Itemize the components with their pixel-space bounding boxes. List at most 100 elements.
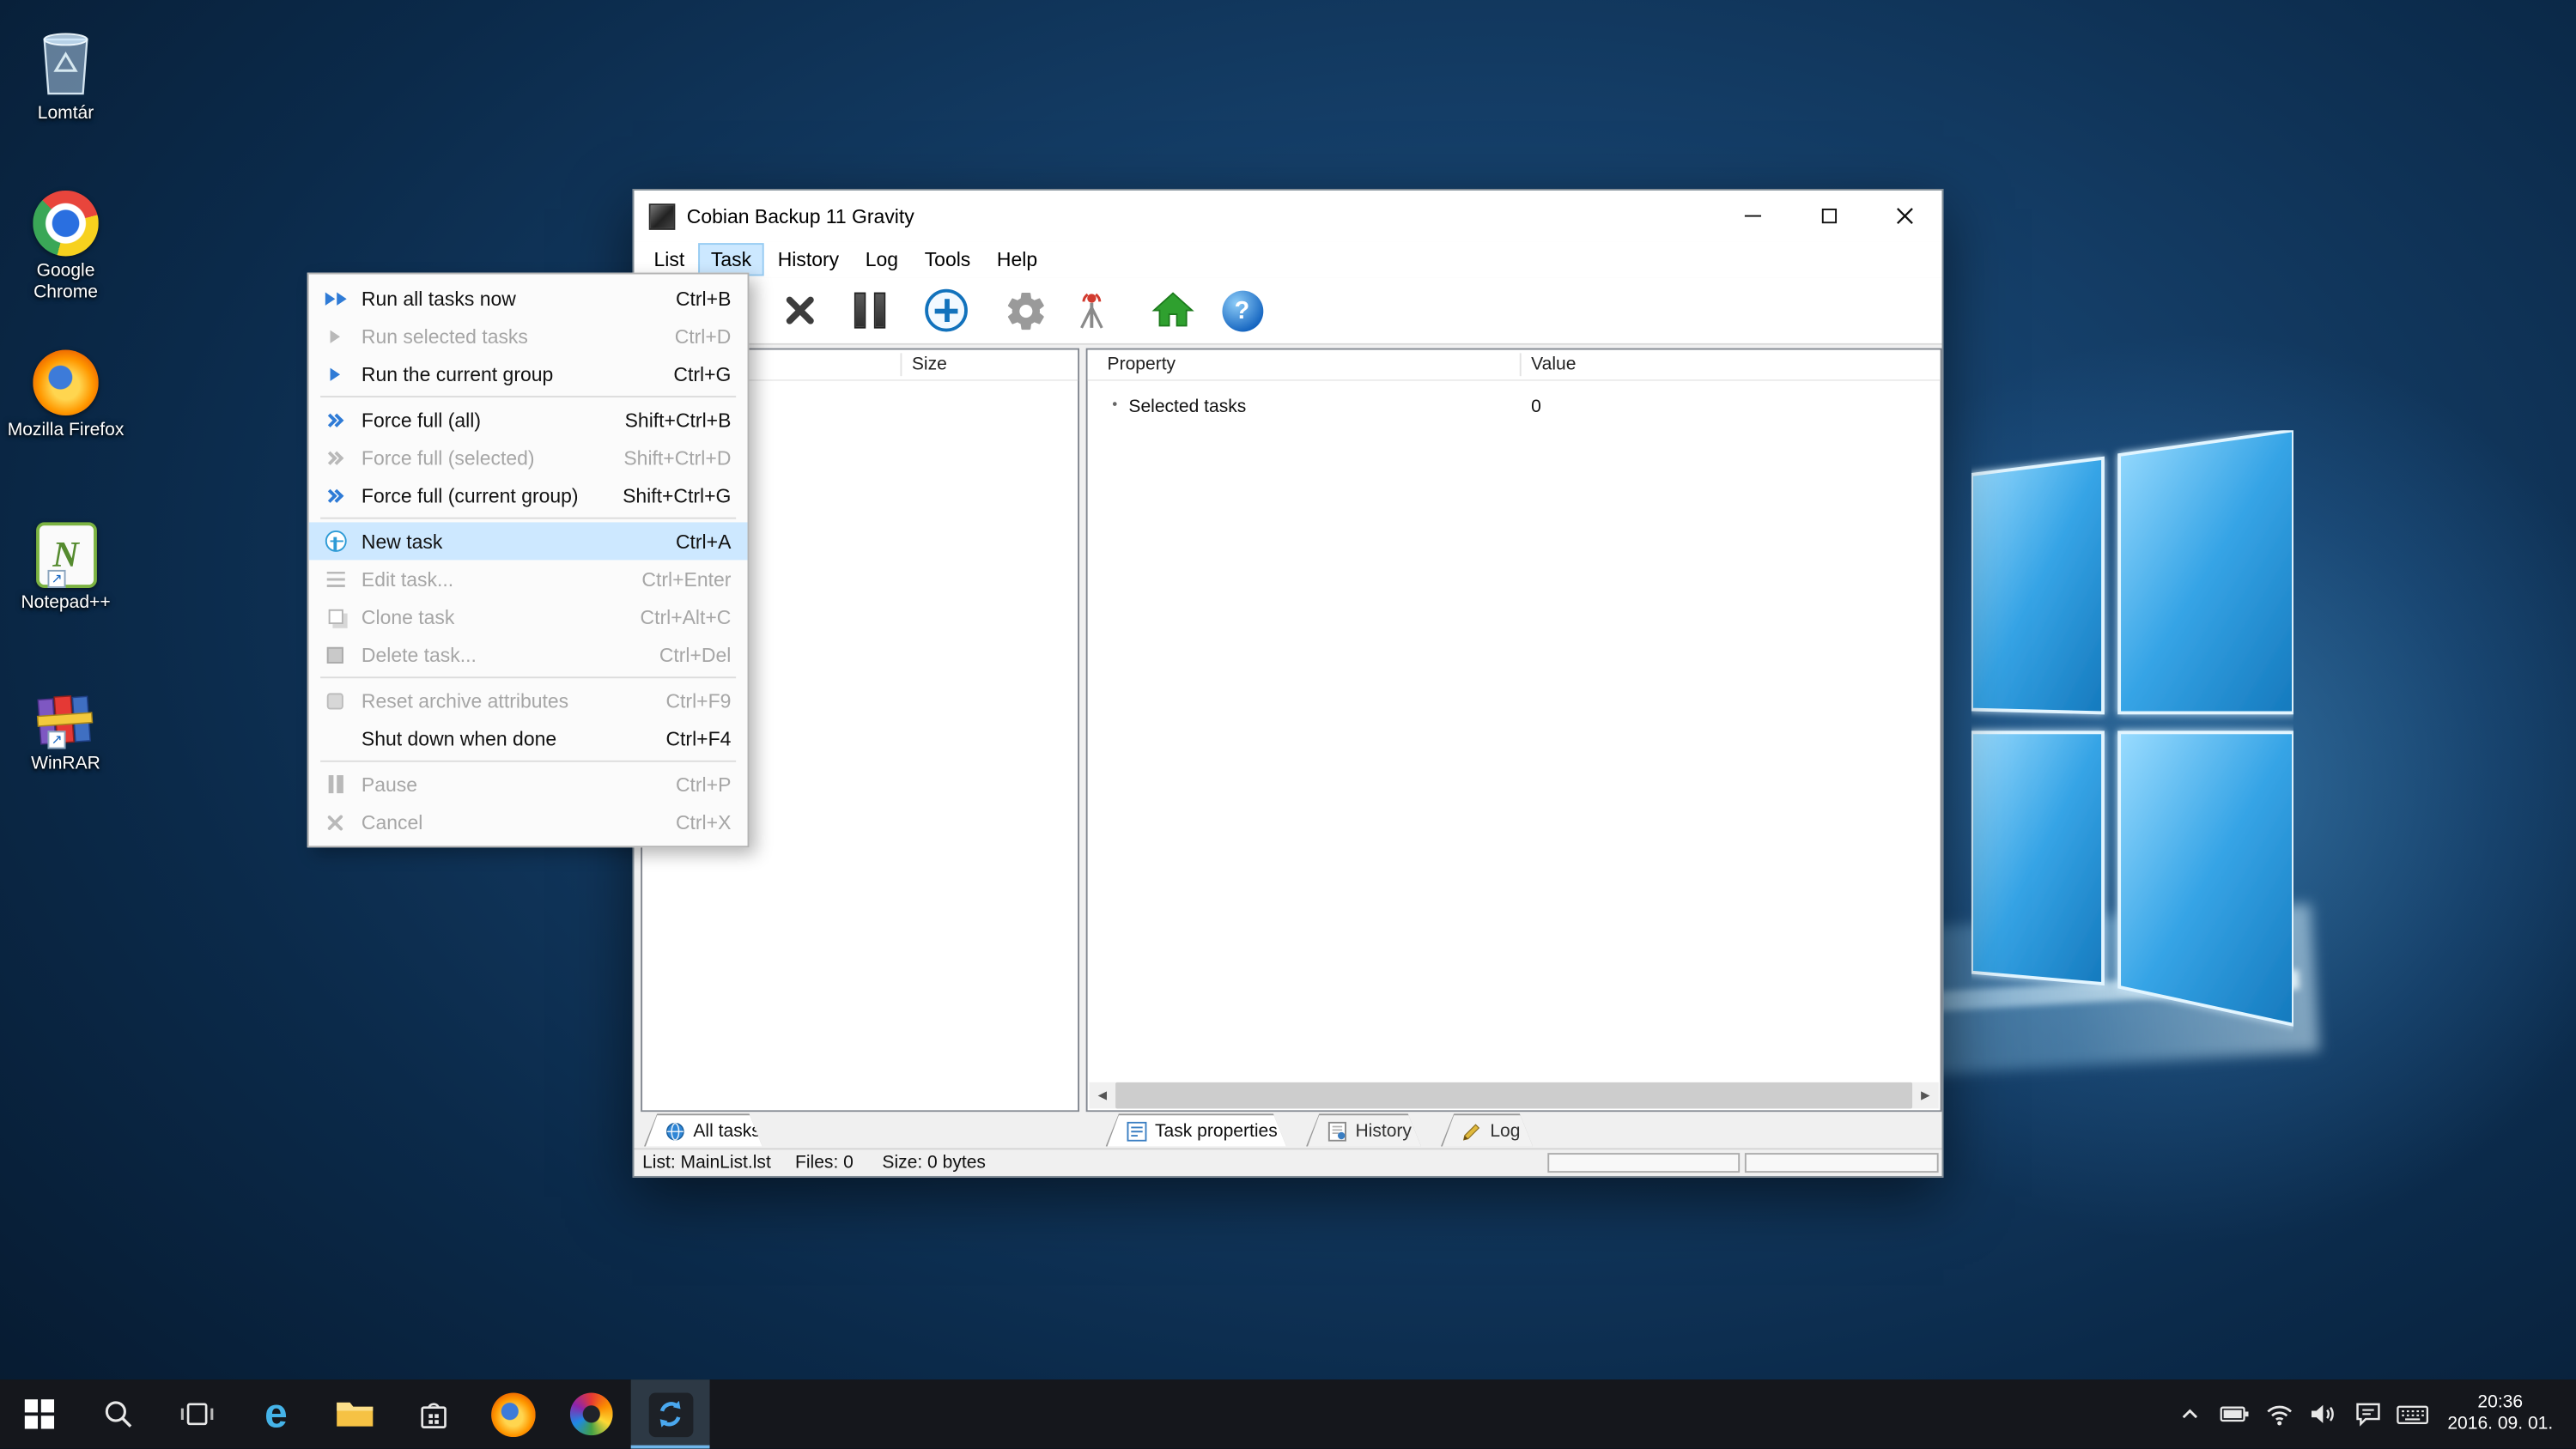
edge-button[interactable]: e <box>237 1379 316 1448</box>
titlebar[interactable]: Cobian Backup 11 Gravity <box>635 191 1942 241</box>
close-button[interactable] <box>1866 191 1941 241</box>
menu-separator <box>320 761 736 762</box>
menu-separator <box>320 518 736 519</box>
paint-button[interactable] <box>552 1379 631 1448</box>
menu-item-run-current-group[interactable]: Run the current group Ctrl+G <box>309 355 748 392</box>
menu-help[interactable]: Help <box>984 243 1051 276</box>
tab-log[interactable]: Log <box>1441 1113 1533 1146</box>
recycle-bin-icon <box>36 23 95 99</box>
menu-item-run-all-tasks-now[interactable]: Run all tasks now Ctrl+B <box>309 279 748 317</box>
settings-button[interactable] <box>995 282 1054 338</box>
home-button[interactable] <box>1144 282 1203 338</box>
app-icon <box>649 203 676 229</box>
menu-item-force-full-current-group[interactable]: Force full (current group) Shift+Ctrl+G <box>309 476 748 514</box>
menu-item-edit-task[interactable]: Edit task... Ctrl+Enter <box>309 560 748 597</box>
menu-item-shut-down-when-done[interactable]: Shut down when done Ctrl+F4 <box>309 719 748 757</box>
menu-history[interactable]: History <box>764 243 852 276</box>
run-all-icon <box>309 292 361 305</box>
globe-icon <box>665 1121 685 1141</box>
menu-tools[interactable]: Tools <box>911 243 983 276</box>
taskbar-clock[interactable]: 20:36 2016. 09. 01. <box>2434 1392 2567 1435</box>
new-task-icon <box>309 530 361 552</box>
scroll-left-button[interactable]: ◀ <box>1089 1082 1115 1109</box>
cobian-backup-taskbar-button[interactable] <box>631 1379 710 1448</box>
minimize-button[interactable] <box>1715 191 1790 241</box>
tray-network-button[interactable] <box>2257 1379 2301 1448</box>
firefox-button[interactable] <box>473 1379 552 1448</box>
tray-touch-keyboard-button[interactable] <box>2390 1379 2434 1448</box>
force-group-icon <box>309 490 361 500</box>
menu-item-pause[interactable]: Pause Ctrl+P <box>309 766 748 803</box>
search-button[interactable] <box>79 1379 158 1448</box>
maximize-button[interactable] <box>1790 191 1866 241</box>
start-button[interactable] <box>0 1379 79 1448</box>
touch-keyboard-icon <box>2395 1399 2429 1428</box>
property-name: Selected tasks <box>1128 397 1246 417</box>
cancel-button[interactable] <box>770 282 829 338</box>
desktop-icon-google-chrome[interactable]: Google Chrome <box>7 178 125 304</box>
shortcut-arrow-icon: ↗ <box>47 731 65 749</box>
pause-icon <box>854 293 884 329</box>
delete-task-icon <box>309 646 361 663</box>
desktop-icon-winrar[interactable]: ↗ WinRAR <box>7 670 125 775</box>
tab-task-properties[interactable]: Task properties <box>1106 1113 1286 1146</box>
property-column-header[interactable]: Property <box>1108 355 1176 374</box>
menu-item-clone-task[interactable]: Clone task Ctrl+Alt+C <box>309 597 748 635</box>
pause-icon <box>309 775 361 793</box>
menu-item-run-selected-tasks[interactable]: Run selected tasks Ctrl+D <box>309 317 748 355</box>
toolbar: ? <box>635 277 1942 344</box>
menu-item-force-full-selected[interactable]: Force full (selected) Shift+Ctrl+D <box>309 439 748 476</box>
settings-gear-icon <box>1003 288 1048 333</box>
tray-battery-button[interactable] <box>2213 1379 2257 1448</box>
scroll-right-button[interactable]: ▶ <box>1912 1082 1939 1109</box>
paint-icon <box>570 1392 613 1435</box>
menu-task[interactable]: Task <box>698 243 765 276</box>
firefox-icon <box>490 1391 535 1436</box>
menu-log[interactable]: Log <box>852 243 911 276</box>
pause-button[interactable] <box>840 282 899 338</box>
menu-separator <box>320 396 736 397</box>
status-list: List: MainList.lst <box>642 1153 771 1173</box>
property-row[interactable]: • Selected tasks 0 <box>1088 394 1941 423</box>
menu-list[interactable]: List <box>641 243 697 276</box>
tray-action-center-button[interactable] <box>2346 1379 2391 1448</box>
system-tray: 20:36 2016. 09. 01. <box>2168 1379 2576 1448</box>
reset-archive-icon <box>309 692 361 708</box>
windows-start-icon <box>25 1399 54 1428</box>
tab-all-tasks[interactable]: All tasks <box>644 1113 762 1146</box>
menu-item-force-full-all[interactable]: Force full (all) Shift+Ctrl+B <box>309 401 748 439</box>
tab-history[interactable]: History <box>1306 1113 1421 1146</box>
menu-item-delete-task[interactable]: Delete task... Ctrl+Del <box>309 635 748 673</box>
tray-volume-button[interactable] <box>2301 1379 2346 1448</box>
search-icon <box>102 1397 135 1430</box>
chevron-up-icon <box>2178 1401 2204 1428</box>
tray-chevron-up-button[interactable] <box>2168 1379 2213 1448</box>
store-button[interactable] <box>394 1379 473 1448</box>
task-view-button[interactable] <box>158 1379 237 1448</box>
run-selected-icon <box>309 330 361 343</box>
value-column-header[interactable]: Value <box>1531 355 1576 374</box>
scrollbar-track[interactable] <box>1115 1082 1912 1109</box>
menu-item-cancel[interactable]: Cancel Ctrl+X <box>309 803 748 841</box>
desktop-icon-mozilla-firefox[interactable]: Mozilla Firefox <box>7 336 125 441</box>
task-properties-icon <box>1127 1121 1147 1141</box>
menu-separator <box>320 676 736 678</box>
menu-item-reset-archive-attributes[interactable]: Reset archive attributes Ctrl+F9 <box>309 682 748 719</box>
tab-label: Log <box>1490 1121 1520 1141</box>
property-value: 0 <box>1531 397 1541 417</box>
size-column-header[interactable]: Size <box>912 355 947 374</box>
menu-item-new-task[interactable]: New task Ctrl+A <box>309 522 748 560</box>
new-task-button[interactable] <box>917 282 976 338</box>
help-button[interactable]: ? <box>1212 282 1272 338</box>
windows-logo-wallpaper <box>1971 430 2293 1034</box>
bottom-tabs-row: All tasks Task properties <box>635 1112 1942 1148</box>
desktop-icon-label: Mozilla Firefox <box>7 421 125 442</box>
desktop-icon-notepadpp[interactable]: N ↗ Notepad++ <box>7 509 125 614</box>
help-icon: ? <box>1222 290 1263 331</box>
minimize-icon <box>1745 215 1761 217</box>
screen: Lomtár Google Chrome Mozilla Firefox N ↗… <box>0 0 2576 1449</box>
desktop-icon-recycle-bin[interactable]: Lomtár <box>7 20 125 124</box>
scrollbar-thumb[interactable] <box>1115 1082 1912 1109</box>
remote-button[interactable] <box>1061 282 1121 338</box>
file-explorer-button[interactable] <box>315 1379 394 1448</box>
